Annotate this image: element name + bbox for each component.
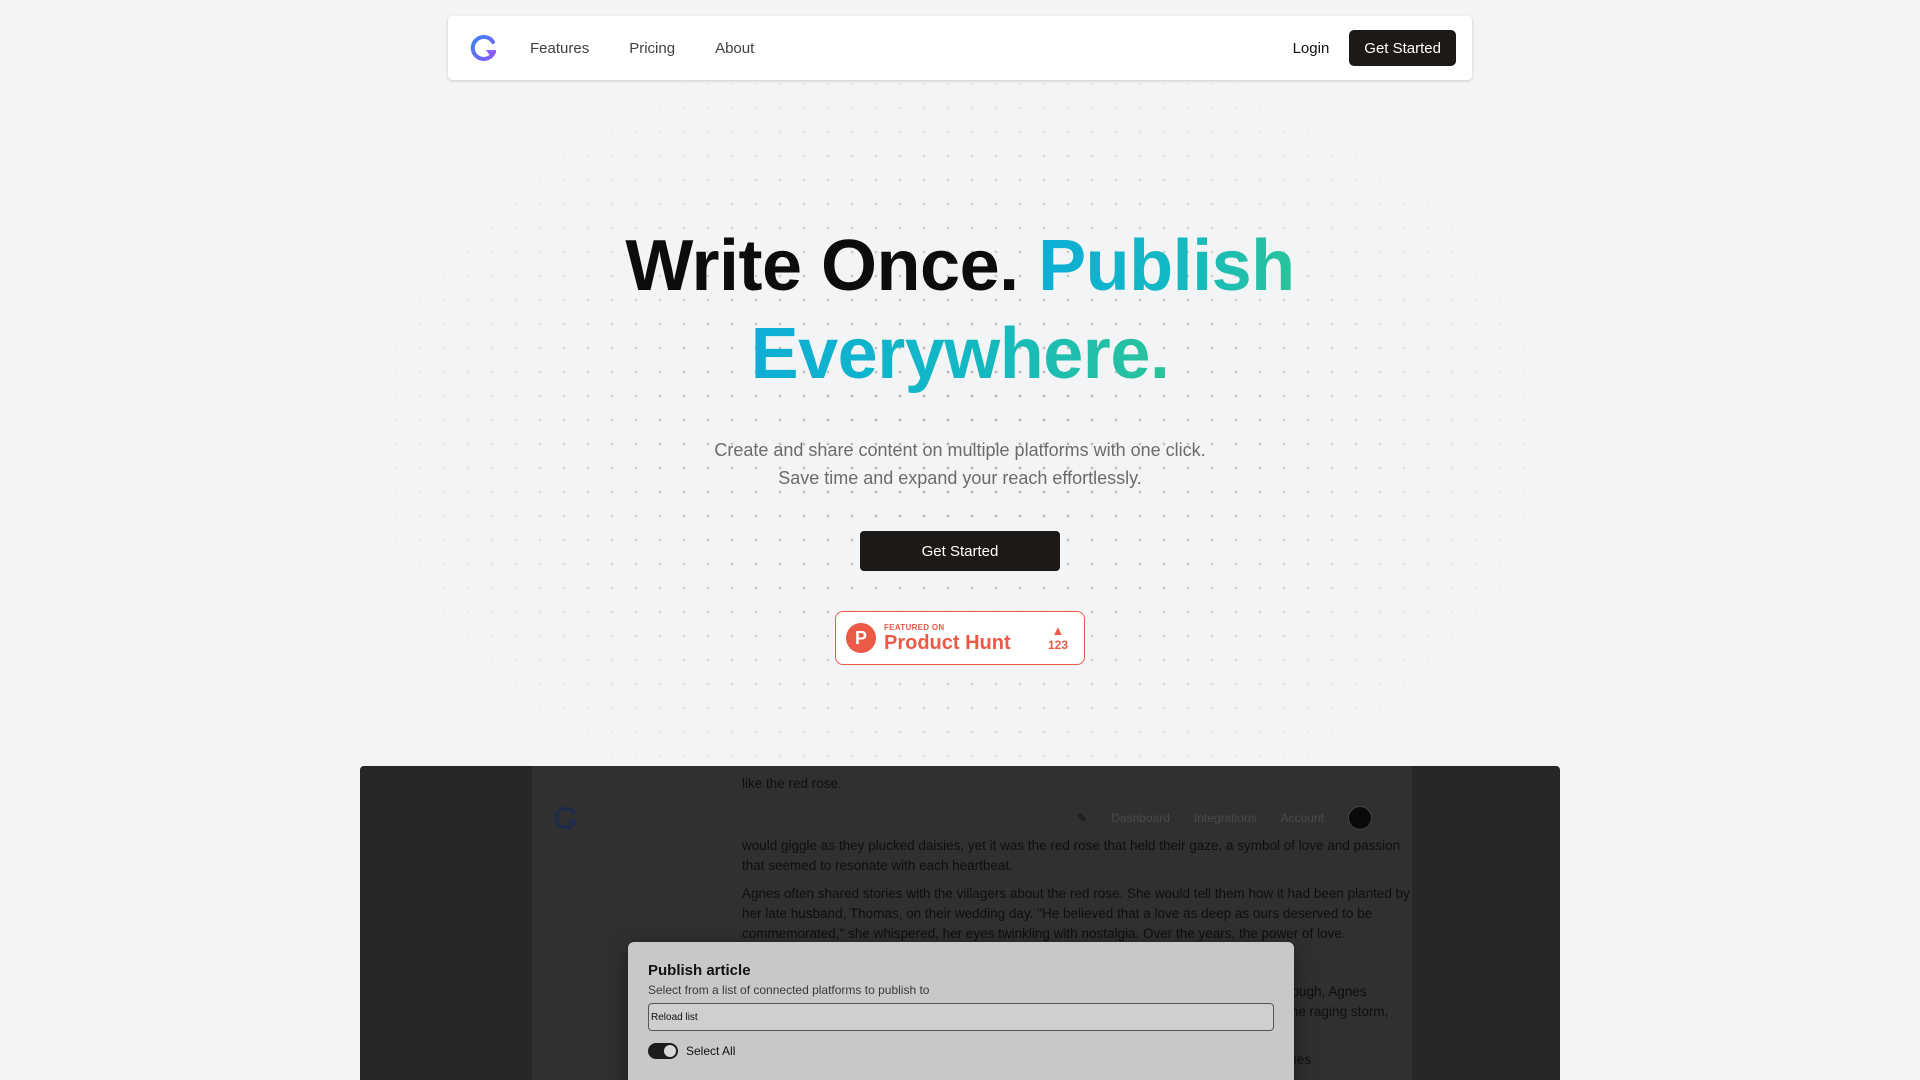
select-all-toggle[interactable] [648, 1043, 678, 1059]
product-hunt-badge[interactable]: P FEATURED ON Product Hunt ▲ 123 [835, 611, 1085, 665]
nav-link-pricing[interactable]: Pricing [629, 40, 675, 57]
product-hunt-featured-label: FEATURED ON [884, 622, 945, 632]
avatar[interactable] [1348, 806, 1372, 830]
hero-title-part3: Everywhere. [750, 314, 1170, 394]
product-hunt-votes: ▲ 123 [1047, 623, 1068, 653]
upvote-arrow-icon: ▲ [1051, 623, 1065, 638]
preview-brand-logo-icon [552, 804, 580, 832]
product-hunt-logo-icon: P [846, 623, 876, 653]
preview-nav-account[interactable]: Account [1281, 811, 1324, 825]
article-paragraph: Agnes often shared stories with the vill… [742, 886, 1410, 941]
nav-link-about[interactable]: About [715, 40, 754, 57]
hero-title-part2: Publish [1038, 226, 1295, 306]
get-started-nav-button[interactable]: Get Started [1349, 30, 1456, 66]
preview-nav-dashboard[interactable]: Dashboard [1111, 811, 1170, 825]
preview-app-navbar: ✎ Dashboard Integrations Account [534, 788, 1390, 848]
modal-title: Publish article [648, 962, 751, 979]
pen-icon[interactable]: ✎ [1077, 811, 1087, 825]
preview-nav-integrations[interactable]: Integrations [1194, 811, 1257, 825]
login-link[interactable]: Login [1293, 40, 1330, 57]
brand-logo-icon[interactable] [468, 32, 500, 64]
product-hunt-vote-count: 123 [1047, 638, 1068, 652]
nav-actions: Login Get Started [1293, 30, 1456, 66]
publish-article-modal: Publish article Select from a list of co… [628, 942, 1294, 1080]
nav-link-features[interactable]: Features [530, 40, 589, 57]
hero-title: Write Once. Publish Everywhere. [0, 222, 1920, 398]
hero-subtitle: Create and share content on multiple pla… [714, 440, 1206, 488]
top-navbar: Features Pricing About Login Get Started [448, 16, 1472, 80]
nav-links: Features Pricing About [530, 40, 754, 57]
hero-title-part1: Write Once. [625, 226, 1019, 306]
select-all-label: Select All [686, 1044, 736, 1058]
get-started-hero-button[interactable]: Get Started [860, 531, 1060, 571]
modal-description: Select from a list of connected platform… [648, 983, 930, 997]
product-hunt-name: Product Hunt [884, 631, 1011, 654]
app-preview-screenshot: like the red rose. would giggle as they … [360, 766, 1560, 1080]
platform-list-input[interactable] [648, 1003, 1274, 1031]
